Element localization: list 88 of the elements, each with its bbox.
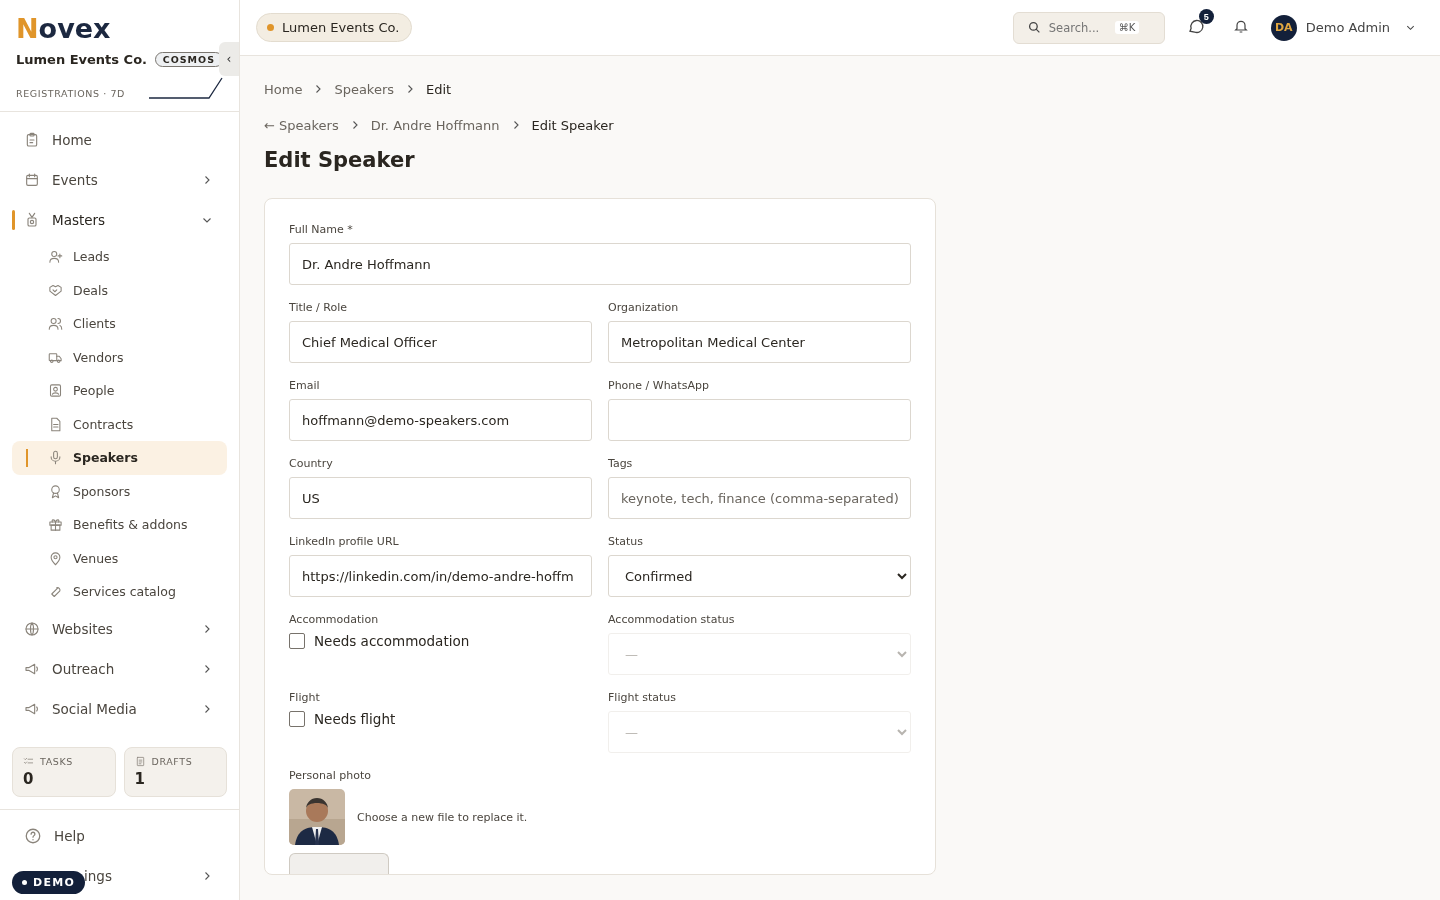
nav-item[interactable]: Websites [12,608,227,649]
nav-item[interactable]: ings [84,867,112,884]
nav-item[interactable]: Events [12,160,227,200]
collapse-button[interactable]: ‹ [219,42,239,76]
counter-label: TASKS [40,755,73,767]
input-field[interactable]: Dr. Andre Hoffmann [289,243,911,285]
field-label: Organization [608,301,680,314]
help-icon [24,826,42,845]
field-label: Personal photo [289,769,372,782]
nav-item[interactable]: Masters [12,200,227,240]
chat-bubble-icon [1186,17,1205,35]
input-field[interactable]: hoffmann@demo-speakers.com [289,399,592,441]
search-field[interactable]: Search... ⌘K [1012,11,1165,44]
field-label: Flight [289,691,321,704]
logo: Novex [16,14,112,44]
counter-card[interactable]: TASKS 0 [12,746,116,797]
nav-subitem[interactable]: Clients [12,307,227,341]
input-field[interactable] [608,399,911,441]
field-label: Title / Role [289,301,348,314]
gift-icon [48,517,63,533]
field-label: Accommodation status [608,613,736,626]
upload-button[interactable] [289,853,389,874]
counter-value: 1 [134,769,146,788]
document-icon [134,755,146,767]
nav-subitem[interactable]: Contracts [12,407,227,441]
field-label: Country [289,457,334,470]
nav-subitem[interactable]: Venues [12,541,227,575]
counter-card[interactable]: DRAFTS 1 [123,746,227,797]
field-label: Accommodation [289,613,380,626]
nav-subitem[interactable]: Sponsors [12,474,227,508]
input-field[interactable]: https://linkedin.com/in/demo-andre-hoffm [289,555,592,597]
microphone-icon [48,450,63,466]
medal-icon [48,483,63,499]
select-field[interactable]: Confirmed [608,555,911,597]
globe-icon [24,620,40,637]
portrait-icon [48,383,63,399]
clipboard-icon [24,132,40,148]
user-menu[interactable]: DA Demo Admin [1270,14,1424,41]
users-icon [48,316,63,332]
search-input[interactable]: Search... [1048,20,1107,35]
counter-label: DRAFTS [151,755,193,767]
field-label: Status [608,535,645,548]
page-title: Edit Speaker [264,148,416,172]
field-label: Email [289,379,321,392]
calendar-icon [24,172,40,188]
back-link[interactable]: ← Speakers [264,117,339,133]
field-label: Flight status [608,691,677,704]
input-field[interactable]: Chief Medical Officer [289,321,592,363]
counter-value: 0 [23,769,35,788]
breadcrumb-link[interactable]: Speakers [334,81,395,97]
input-field[interactable]: keynote, tech, finance (comma-separated) [608,477,911,519]
bell-icon [1232,18,1249,34]
organization-chip[interactable]: Lumen Events Co. [256,13,413,42]
nav-subitem[interactable]: People [12,374,227,408]
nav-subitem[interactable]: Speakers [12,441,227,475]
demo-badge[interactable]: DEMO [12,870,86,894]
checklist-icon [23,755,34,767]
nav-item[interactable]: Social Media [12,688,227,729]
breadcrumb-link[interactable]: Home [264,81,303,97]
checkbox[interactable]: Needs flight [289,711,396,727]
registrations-label: REGISTRATIONS · 7D [16,88,125,99]
field-label: Phone / WhatsApp [608,379,710,392]
breadcrumb-link[interactable]: Dr. Andre Hoffmann [370,117,500,133]
input-field[interactable]: US [289,477,592,519]
nav-subitem[interactable]: Services catalog [12,575,227,609]
messages-button[interactable]: 5 [1180,11,1211,44]
field-label: Tags [608,457,634,470]
nav-item[interactable]: Help [12,815,227,856]
nav-subitem[interactable]: Vendors [12,340,227,374]
user-plus-icon [48,249,63,265]
nav-subitem[interactable]: Deals [12,273,227,307]
nav-item[interactable]: Home [12,120,227,160]
id-badge-icon [24,212,40,228]
organization-name: Lumen Events Co. [16,52,147,67]
photo-hint: Choose a new file to replace it. [357,810,528,824]
nav-subitem[interactable]: Leads [12,240,227,274]
field-label: Full Name * [289,223,354,236]
search-icon [1027,21,1041,34]
breadcrumb-current: Edit [426,81,452,97]
field-label: LinkedIn profile URL [289,535,400,548]
location-pin-icon [48,550,63,566]
document-icon [48,416,63,432]
nav-item[interactable]: Outreach [12,648,227,689]
checkbox[interactable]: Needs accommodation [289,633,470,649]
breadcrumb-current: Edit Speaker [531,117,614,133]
input-field[interactable]: Metropolitan Medical Center [608,321,911,363]
shortcut-hint: ⌘K [1114,21,1140,34]
nav-subitem[interactable]: Benefits & addons [12,508,227,542]
